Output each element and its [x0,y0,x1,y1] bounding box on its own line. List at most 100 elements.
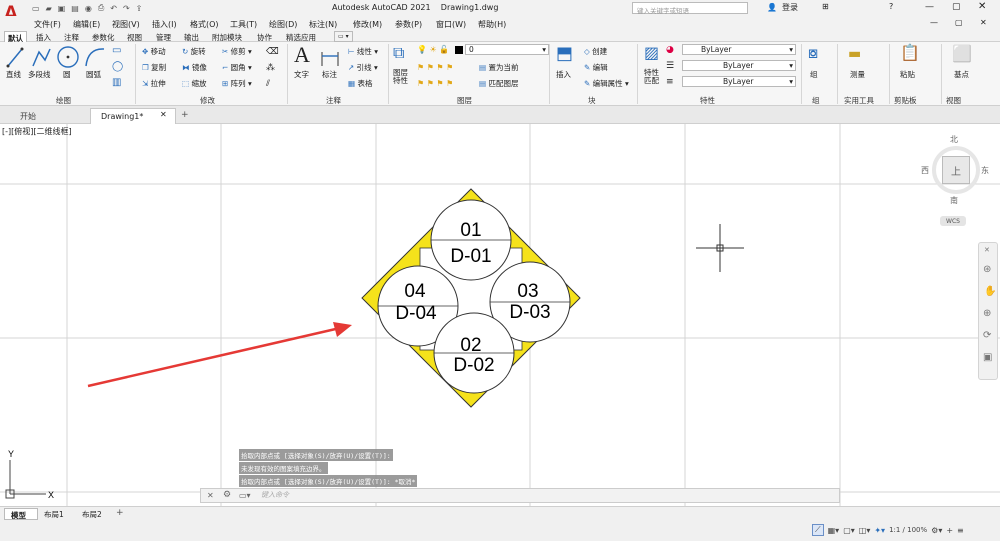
panel-block-label[interactable]: 块 [588,95,596,106]
new-tab-icon[interactable]: + [181,111,189,120]
help-icon[interactable]: ? [889,3,893,11]
layout-tab-model[interactable]: 模型 [4,508,38,520]
plot-icon[interactable]: ⎙ [98,3,104,13]
mirror-button[interactable]: ⧓ 镜像 [182,64,207,72]
command-input[interactable]: 键入命令 [261,492,289,499]
nav-close-icon[interactable]: ✕ [984,247,990,254]
insert-block-icon[interactable]: ⬒ [556,45,573,63]
layout-tab-layout2[interactable]: 布局2 [78,508,106,520]
web-icon[interactable]: ◉ [85,4,92,13]
linetype-icon[interactable]: ☰ [666,62,674,71]
minimize-button[interactable]: — [925,3,934,12]
viewcube-north[interactable]: 北 [950,136,958,144]
create-block-button[interactable]: ◇ 创建 [584,48,607,56]
menu-view[interactable]: 视图(V) [112,19,140,30]
color-wheel-icon[interactable]: ◕ [666,46,674,55]
table-button[interactable]: ▦ 表格 [348,80,372,88]
circle-02[interactable]: 02 D-02 [433,312,515,394]
menu-window[interactable]: 窗口(W) [436,19,466,30]
dimension-button[interactable]: 标注 [322,71,337,79]
search-input[interactable]: 键入关键字或短语 [632,2,748,15]
pan-icon[interactable]: ✋ [984,287,996,297]
panel-annotation-label[interactable]: 注释 [326,95,341,106]
menu-draw[interactable]: 绘图(D) [269,19,297,30]
color-select[interactable]: ByLayer ▾ [682,44,796,55]
leader-button[interactable]: ↗ 引线 ▾ [348,64,378,72]
stretch-button[interactable]: ⇲ 拉伸 [142,80,166,88]
panel-group-label[interactable]: 组 [812,95,820,106]
viewcube-east[interactable]: 东 [981,167,989,175]
lineweight-select[interactable]: ByLayer ▾ [682,76,796,87]
arc-icon[interactable] [84,46,106,68]
circle-01[interactable]: 01 D-01 [430,199,512,281]
edit-attributes-button[interactable]: ✎ 编辑属性 ▾ [584,80,629,88]
undo-icon[interactable]: ↶ [110,4,117,13]
measure-icon[interactable]: ▬ [848,47,861,61]
lineweight-icon[interactable]: ≡ [666,78,674,87]
layer-select[interactable]: 0 ▾ [465,44,549,55]
settings-icon[interactable]: ⚙▾ [931,526,942,535]
open-icon[interactable]: ▰ [46,4,52,13]
mdi-close-button[interactable]: ✕ [980,19,987,27]
menu-modify[interactable]: 修改(M) [353,19,382,30]
add-layout-icon[interactable]: + [116,509,124,518]
text-icon[interactable]: A [294,44,310,66]
panel-layers-label[interactable]: 图层 [457,95,472,106]
move-button[interactable]: ✥ 移动 [142,48,166,56]
panel-clipboard-label[interactable]: 剪贴板 [894,95,917,106]
redo-icon[interactable]: ↷ [123,4,130,13]
scale-button[interactable]: ⬚ 缩放 [182,80,206,88]
menu-format[interactable]: 格式(O) [190,19,219,30]
orbit-icon[interactable]: ⟳ [983,331,991,341]
panel-utilities-label[interactable]: 实用工具 [844,95,874,106]
match-properties-button[interactable]: 特性匹配 [644,68,660,86]
steering-wheel-icon[interactable]: ⊛ [983,265,991,275]
line-button[interactable]: 直线 [6,71,21,79]
saveas-icon[interactable]: ▤ [71,4,79,13]
plus-icon[interactable]: + [946,526,953,535]
copy-button[interactable]: ❐ 复制 [142,64,166,72]
maximize-button[interactable]: ▢ [952,3,961,12]
viewcube-top-face[interactable]: 上 [942,156,970,184]
fillet-button[interactable]: ⌐ 圆角 ▾ [222,64,252,72]
ribbon-toggle-icon[interactable]: ▭ ▾ [334,31,353,42]
linetype-select[interactable]: ByLayer ▾ [682,60,796,71]
edit-block-button[interactable]: ✎ 编辑 [584,64,608,72]
file-tab-start[interactable]: 开始 [8,109,88,123]
panel-view-label[interactable]: 视图 [946,95,961,106]
model-space-icon[interactable]: ⟋ [812,524,824,536]
group-icon[interactable]: ⧇ [808,45,818,61]
layer-tool-icons-row2[interactable]: ⚑ ⚑ ⚑ ⚑ [417,80,453,88]
layer-properties-icon[interactable]: ⧉ [393,45,404,61]
ellipse-icon[interactable]: ▥ [112,78,121,88]
command-close-icon[interactable]: ✕ [207,492,214,500]
drawing-canvas[interactable]: [-][俯视][二维线框] 01 D-01 04 D-04 03 D-03 02… [0,124,1000,506]
arc-button[interactable]: 圆弧 [86,71,101,79]
offset-icon[interactable]: ⫽ [266,80,270,89]
panel-draw-label[interactable]: 绘图 [56,95,71,106]
layer-tool-icons-row1[interactable]: ⚑ ⚑ ⚑ ⚑ [417,64,453,72]
panel-properties-label[interactable]: 特性 [700,95,715,106]
measure-button[interactable]: 测量 [850,71,865,79]
scale-readout[interactable]: 1:1 / 100% [889,526,927,534]
navigation-bar[interactable]: ✕ ⊛ ✋ ⊕ ⟳ ▣ [978,242,998,380]
app-store-icon[interactable]: ⊞ [822,3,829,11]
polyline-button[interactable]: 多段线 [28,71,51,79]
share-icon[interactable]: ⇪ [136,4,143,13]
workspace-icon[interactable]: ◫▾ [859,526,871,535]
viewcube-west[interactable]: 西 [921,167,929,175]
login-button[interactable]: 登录 [782,4,798,12]
menu-file[interactable]: 文件(F) [34,19,61,30]
close-tab-icon[interactable]: ✕ [160,111,167,119]
base-view-button[interactable]: 基点 [954,71,969,79]
layout-tab-layout1[interactable]: 布局1 [40,508,68,520]
dimension-icon[interactable] [320,46,340,68]
mdi-restore-button[interactable]: ▢ [955,19,963,27]
erase-icon[interactable]: ⌫ [266,48,279,57]
viewcube-south[interactable]: 南 [950,197,958,205]
menu-help[interactable]: 帮助(H) [478,19,506,30]
polyline-icon[interactable] [31,46,51,68]
paste-icon[interactable]: 📋 [900,45,920,61]
base-view-icon[interactable]: ⬜ [952,46,972,62]
layer-properties-button[interactable]: 图层特性 [393,68,409,86]
